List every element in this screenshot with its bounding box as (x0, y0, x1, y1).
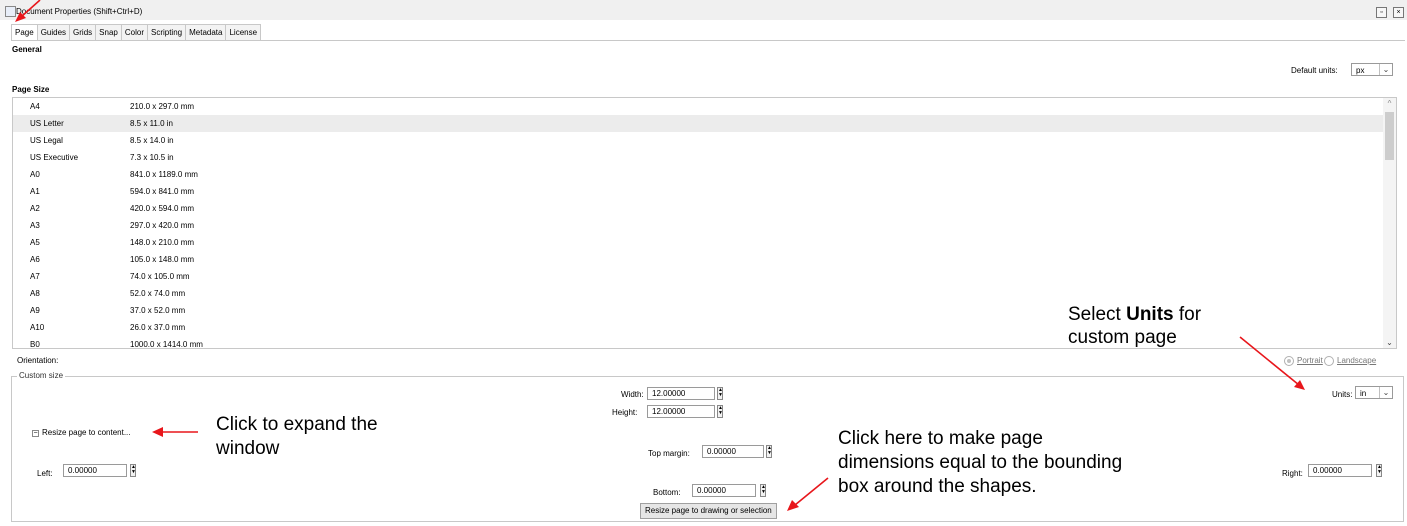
bottom-label: Bottom: (653, 488, 681, 497)
bottom-spin-icon[interactable]: ▲ ▼ (760, 484, 766, 497)
units-label: Units: (1332, 390, 1353, 399)
window-title: Document Properties (Shift+Ctrl+D) (16, 7, 143, 16)
height-label: Height: (612, 408, 638, 417)
width-input[interactable]: 12.00000 (647, 387, 715, 400)
portrait-label[interactable]: Portrait (1297, 356, 1323, 365)
list-item[interactable]: A3 297.0 x 420.0 mm (13, 217, 1384, 234)
right-spin-icon[interactable]: ▲ ▼ (1376, 464, 1382, 477)
units-note-line2: custom page (1068, 327, 1177, 348)
tab-scripting[interactable]: Scripting (146, 24, 187, 40)
left-spin-icon[interactable]: ▲ ▼ (130, 464, 136, 477)
orientation-label: Orientation: (17, 356, 59, 365)
list-item[interactable]: US Legal 8.5 x 14.0 in (13, 132, 1384, 149)
default-units-select[interactable]: px ⌄ (1351, 63, 1393, 76)
landscape-label[interactable]: Landscape (1337, 356, 1376, 365)
scrollbar-thumb[interactable] (1385, 112, 1394, 160)
expand-note-line2: window (216, 438, 280, 459)
list-item[interactable]: A1 594.0 x 841.0 mm (13, 183, 1384, 200)
chevron-down-icon: ⌄ (1379, 387, 1392, 398)
custom-size-legend: Custom size (17, 371, 66, 380)
tab-divider (11, 40, 1405, 41)
left-input[interactable]: 0.00000 (63, 464, 127, 477)
right-input[interactable]: 0.00000 (1308, 464, 1372, 477)
resize-note-line3: box around the shapes. (838, 475, 1037, 498)
default-units-label: Default units: (1291, 66, 1338, 75)
list-item[interactable]: A8 52.0 x 74.0 mm (13, 285, 1384, 302)
right-label: Right: (1282, 469, 1303, 478)
scroll-down-icon[interactable]: ⌄ (1383, 338, 1396, 347)
height-input[interactable]: 12.00000 (647, 405, 715, 418)
close-icon[interactable]: × (1393, 7, 1404, 18)
resize-to-content-expander[interactable]: Resize page to content... (42, 428, 131, 437)
list-item[interactable]: A2 420.0 x 594.0 mm (13, 200, 1384, 217)
units-note-line1: Select Units for (1068, 304, 1202, 325)
scroll-up-icon[interactable]: ^ (1383, 99, 1396, 108)
list-scrollbar[interactable]: ^ ⌄ (1383, 98, 1396, 348)
tab-grids[interactable]: Grids (69, 24, 97, 40)
top-margin-label: Top margin: (648, 449, 690, 458)
tab-guides[interactable]: Guides (36, 24, 71, 40)
left-label: Left: (37, 469, 53, 478)
list-item[interactable]: B0 1000.0 x 1414.0 mm (13, 336, 1384, 348)
list-item[interactable]: A0 841.0 x 1189.0 mm (13, 166, 1384, 183)
default-units-value: px (1356, 66, 1365, 75)
landscape-radio[interactable] (1324, 356, 1334, 366)
tab-snap[interactable]: Snap (95, 24, 122, 40)
units-select[interactable]: in ⌄ (1355, 386, 1393, 399)
units-value: in (1360, 389, 1367, 398)
page-size-heading: Page Size (12, 85, 50, 94)
tab-page[interactable]: Page (11, 24, 38, 41)
collapse-icon[interactable]: − (32, 430, 39, 437)
list-item-selected[interactable]: US Letter 8.5 x 11.0 in (13, 115, 1384, 132)
list-item[interactable]: A6 105.0 x 148.0 mm (13, 251, 1384, 268)
bottom-input[interactable]: 0.00000 (692, 484, 756, 497)
list-item[interactable]: A7 74.0 x 105.0 mm (13, 268, 1384, 285)
tab-metadata[interactable]: Metadata (185, 24, 227, 40)
portrait-radio[interactable] (1284, 356, 1294, 366)
width-spin-icon[interactable]: ▲ ▼ (717, 387, 723, 400)
tab-bar: Page Guides Grids Snap Color Scripting M… (11, 24, 262, 41)
general-heading: General (12, 45, 42, 54)
chevron-down-icon: ⌄ (1379, 64, 1392, 75)
resize-note-line1: Click here to make page (838, 427, 1043, 450)
height-spin-icon[interactable]: ▲ ▼ (717, 405, 723, 418)
list-item[interactable]: US Executive 7.3 x 10.5 in (13, 149, 1384, 166)
document-icon (5, 6, 16, 17)
title-bar: Document Properties (Shift+Ctrl+D) ▫ × (0, 0, 1407, 20)
top-margin-spin-icon[interactable]: ▲ ▼ (766, 445, 772, 458)
tab-color[interactable]: Color (120, 24, 148, 40)
tab-license[interactable]: License (225, 24, 262, 40)
width-label: Width: (621, 390, 644, 399)
resize-note-line2: dimensions equal to the bounding (838, 451, 1123, 474)
list-item[interactable]: A4 210.0 x 297.0 mm (13, 98, 1384, 115)
expand-note-line1: Click to expand the (216, 414, 378, 435)
restore-icon[interactable]: ▫ (1376, 7, 1387, 18)
resize-to-drawing-button[interactable]: Resize page to drawing or selection (640, 503, 777, 519)
top-margin-input[interactable]: 0.00000 (702, 445, 764, 458)
list-item[interactable]: A5 148.0 x 210.0 mm (13, 234, 1384, 251)
